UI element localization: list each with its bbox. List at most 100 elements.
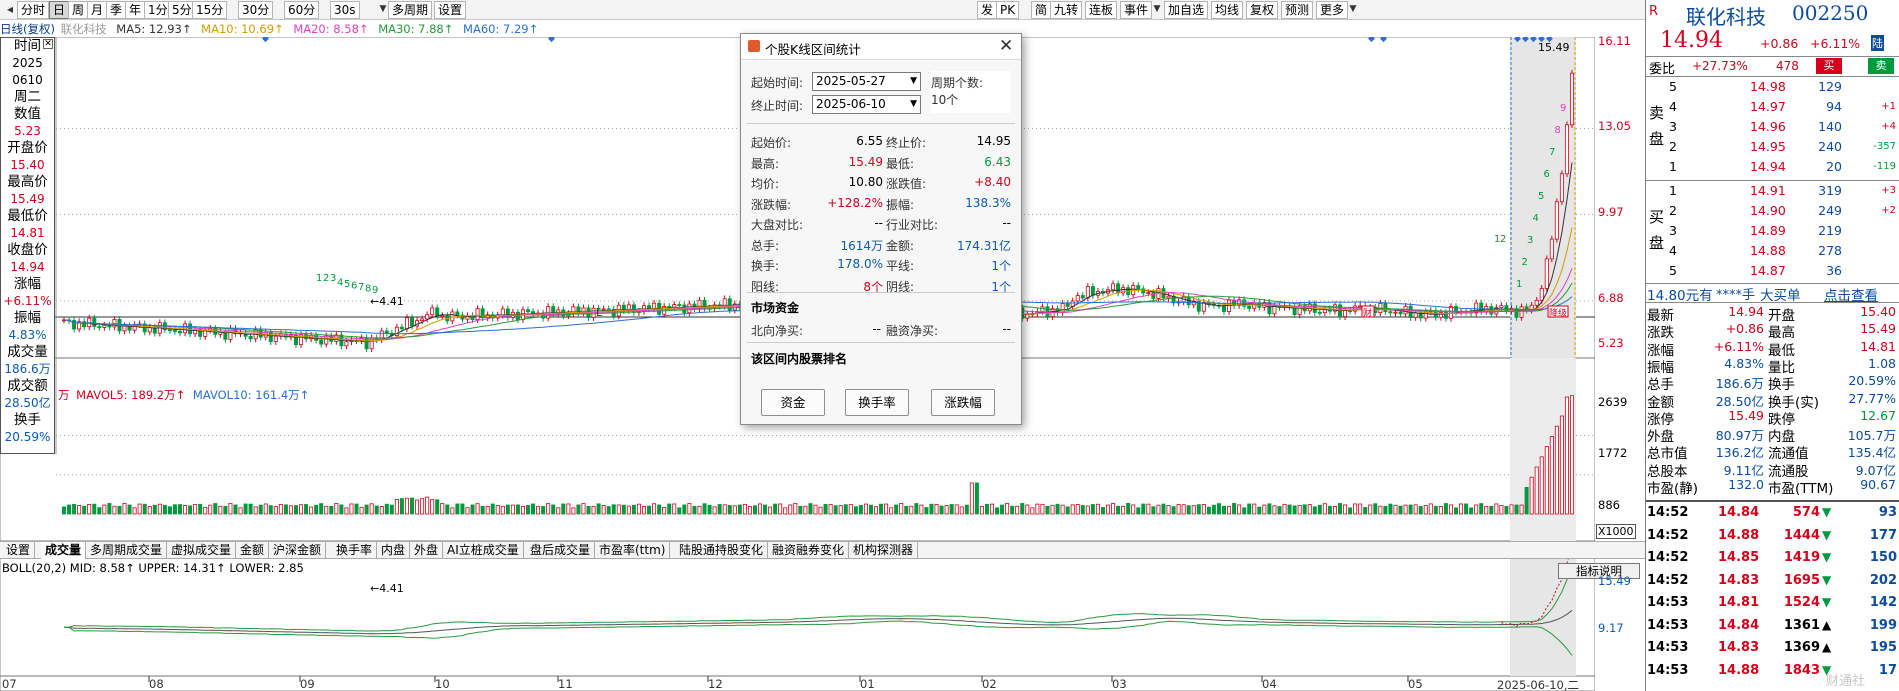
period-tab[interactable]: 60分 [284, 1, 320, 19]
quote-stat-value: 20.59% [1848, 373, 1896, 389]
candle-body [1570, 72, 1575, 126]
volume-bar [596, 503, 601, 515]
indicator-tab[interactable]: 内盘 [377, 542, 411, 559]
indicator-tab[interactable]: 金额 [236, 542, 270, 559]
drag-icon[interactable] [1200, 21, 1218, 39]
volume-bar [1393, 504, 1398, 515]
volume-bar [652, 503, 657, 515]
candle-body [1499, 305, 1504, 309]
zoom-out-icon[interactable] [1320, 21, 1338, 39]
delete-icon[interactable] [1280, 21, 1298, 39]
eye-icon[interactable] [1180, 21, 1198, 39]
info-close-icon[interactable]: ✕ [43, 39, 53, 49]
period-tab[interactable]: 30分 [238, 1, 274, 19]
ask-volume: 240 [1818, 139, 1842, 154]
volume-bar [142, 503, 147, 515]
period-tab[interactable]: 30s [330, 1, 360, 19]
rank-turnover-button[interactable]: 换手率 [845, 389, 909, 416]
candle-body [1398, 311, 1403, 315]
indicator-tab[interactable]: 成交量 [41, 542, 87, 559]
volume-bar [324, 505, 329, 515]
period-tab[interactable]: 日 [49, 1, 70, 19]
period-tab[interactable]: 设置 [434, 1, 467, 19]
bookmark-icon[interactable]: R [1649, 4, 1658, 19]
toolbar-button[interactable]: 简 [1031, 1, 1052, 19]
toolbar-button[interactable]: 复权 [1246, 1, 1279, 19]
indicator-tab[interactable]: AI立桩成交量 [443, 542, 524, 559]
dialog-close-icon[interactable]: ✕ [999, 36, 1013, 56]
indicator-tab[interactable]: 换手率 [332, 542, 378, 559]
volume-bar [1398, 505, 1403, 515]
start-time-select[interactable]: 2025-05-27 ▼ [812, 72, 921, 91]
volume-bar [1106, 504, 1111, 515]
candle-body [677, 304, 682, 306]
period-tab[interactable]: 多周期 [388, 1, 433, 19]
buy-side-label: 买 盘 [1649, 208, 1665, 252]
volume-bar [611, 504, 616, 515]
volume-bar [828, 504, 833, 515]
volume-bar [1418, 506, 1423, 515]
toolbar-button[interactable]: 连板 [1085, 1, 1118, 19]
period-tab[interactable]: 季 [106, 1, 127, 19]
volume-bar [420, 498, 425, 515]
volume-bar [1080, 505, 1085, 515]
toolbar-button[interactable]: 更多 [1316, 1, 1349, 19]
volume-bar [631, 504, 636, 515]
restore-icon[interactable] [1240, 21, 1258, 39]
crop-icon[interactable] [1260, 21, 1278, 39]
bid-price: 14.88 [1750, 243, 1786, 258]
toolbar-button[interactable]: 九转 [1050, 1, 1083, 19]
volume-bar [319, 503, 324, 515]
event-diamond-icon: ◆ [1522, 37, 1529, 44]
indicator-tab[interactable]: 陆股通持股变化 [675, 542, 769, 559]
end-time-select[interactable]: 2025-06-10 ▼ [812, 95, 921, 114]
rank-fund-button[interactable]: 资金 [761, 389, 825, 416]
volume-bar [1292, 505, 1297, 515]
clock-icon[interactable] [1220, 21, 1238, 39]
date-tick: 12 [708, 677, 723, 691]
toolbar-button[interactable]: 加自选 [1164, 1, 1209, 19]
indicator-tab[interactable]: 沪深金额 [269, 542, 327, 559]
indicator-tab[interactable]: 市盈率(ttm) [595, 542, 671, 559]
volume-bar [717, 504, 722, 515]
nine-turn-digit: 7 [1549, 147, 1555, 158]
toolbar-button[interactable]: 发 [977, 1, 998, 19]
candle-body [601, 308, 606, 311]
volume-bar [712, 506, 717, 515]
rank-change-button[interactable]: 涨跌幅 [931, 389, 995, 416]
volume-bar [374, 505, 379, 515]
chevron-down-icon[interactable]: ▼ [1348, 1, 1358, 19]
info-low: 14.81 [10, 226, 45, 240]
period-tab[interactable]: 月 [87, 1, 108, 19]
sell-button[interactable]: 卖 [1868, 58, 1894, 74]
volume-legend: 万 MAVOL5: 189.2万↑ MAVOL10: 161.4万↑ [58, 387, 309, 403]
toolbar-button[interactable]: PK [996, 1, 1020, 19]
volume-bar [399, 498, 404, 515]
chart-type-label[interactable]: 日线(复权) [0, 22, 55, 36]
chevron-down-icon[interactable]: ▼ [1152, 1, 1162, 19]
volume-bar [667, 503, 672, 515]
indicator-tab[interactable]: 盘后成交量 [526, 542, 596, 559]
zoom-in-icon[interactable] [1300, 21, 1318, 39]
toolbar-button[interactable]: 均线 [1211, 1, 1244, 19]
volume-bar [974, 482, 979, 515]
toolbar-button[interactable]: 事件 [1120, 1, 1153, 19]
indicator-tab[interactable]: 融资融券变化 [768, 542, 850, 559]
period-tab[interactable]: 分时 [17, 1, 50, 19]
indicator-tab[interactable]: 机构探测器 [849, 542, 919, 559]
indicator-tab[interactable]: 虚拟成交量 [167, 542, 237, 559]
toolbar-button[interactable]: 预测 [1281, 1, 1314, 19]
buy-button[interactable]: 买 [1816, 58, 1842, 74]
period-tab[interactable]: 周 [68, 1, 89, 19]
ma5-value: MA5: 12.93↑ [116, 22, 192, 36]
price-tick: 9.97 [1598, 205, 1624, 219]
volume-bar [556, 507, 561, 515]
period-tab[interactable]: 15分 [192, 1, 228, 19]
indicator-tab[interactable]: 多周期成交量 [86, 542, 168, 559]
indicator-tab[interactable]: 外盘 [410, 542, 444, 559]
volume-bar [1534, 466, 1539, 515]
indicator-tab[interactable]: 设置 [2, 542, 36, 559]
bigorder-view-link[interactable]: 点击查看 [1824, 284, 1878, 304]
down-arrow-icon: ▼ [1822, 527, 1832, 542]
period-tab[interactable]: 年 [125, 1, 146, 19]
